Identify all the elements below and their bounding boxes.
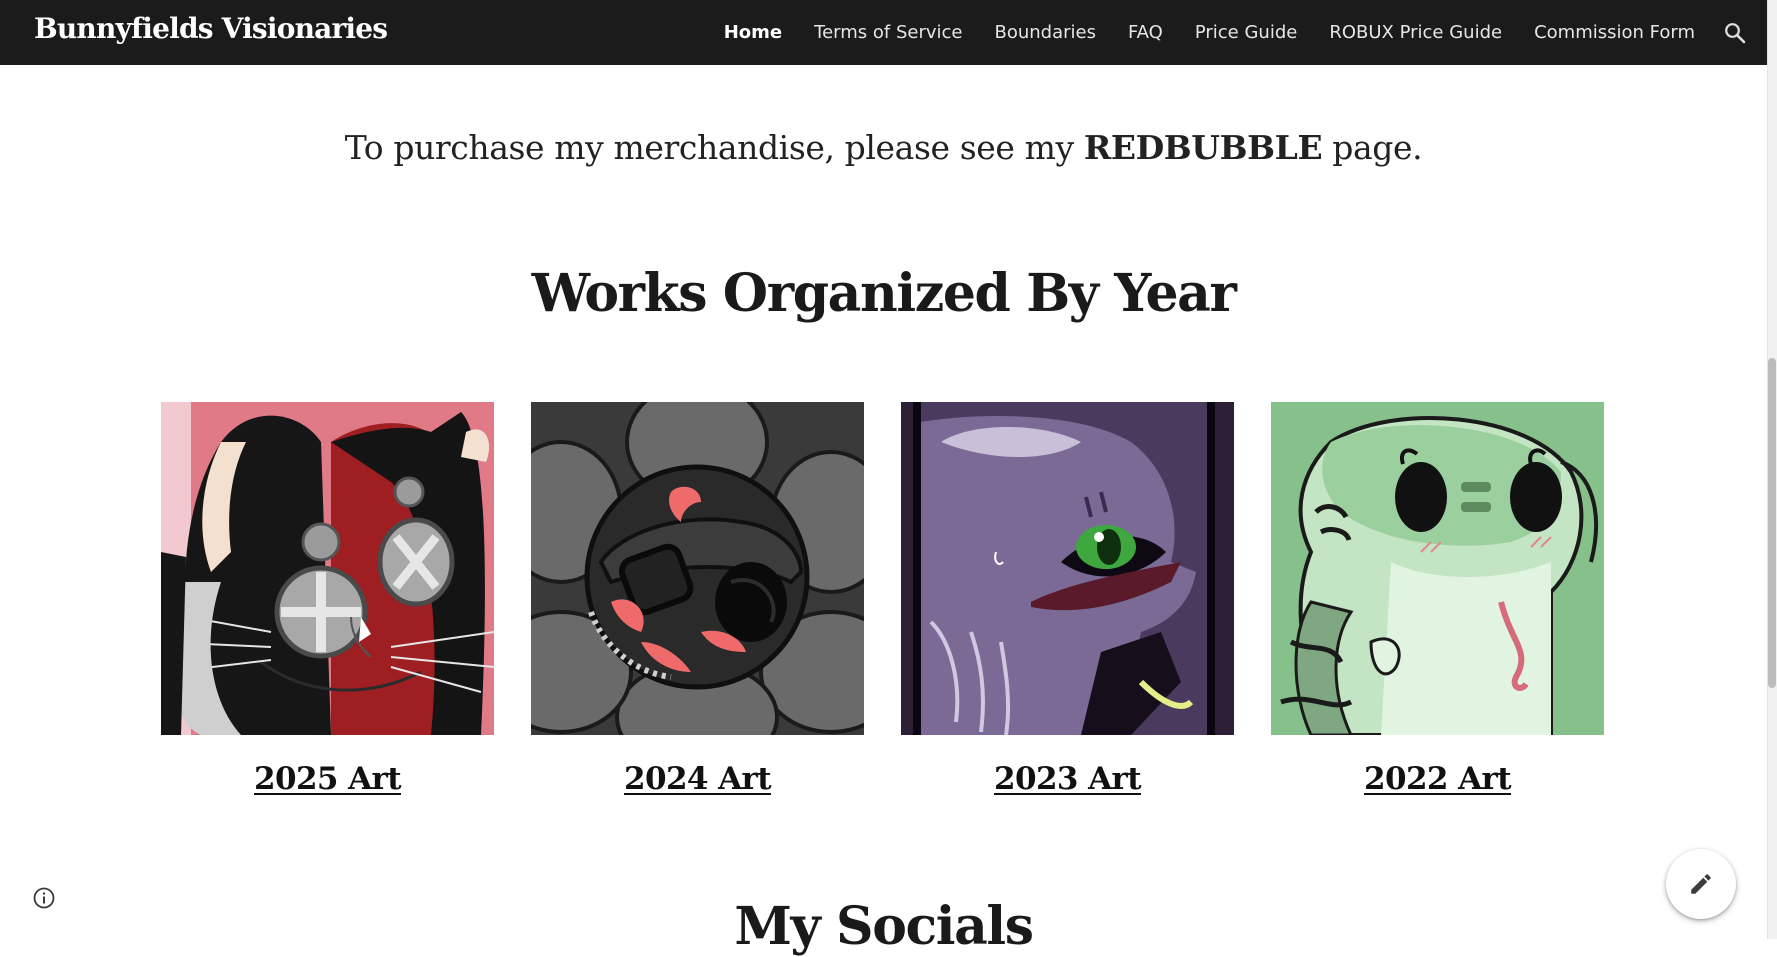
page-scrollbar[interactable] <box>1767 0 1777 939</box>
nav-item-commission-form[interactable]: Commission Form <box>1534 22 1695 43</box>
black-and-red-bunny-artwork <box>161 402 494 735</box>
works-heading: Works Organized By Year <box>531 263 1237 324</box>
nav-item-faq[interactable]: FAQ <box>1128 22 1163 43</box>
nav-item-robux-price-guide[interactable]: ROBUX Price Guide <box>1329 22 1502 43</box>
intro-prefix: To purchase my merchandise, please see m… <box>344 128 1084 167</box>
thumbnail-2025-art[interactable] <box>161 402 494 735</box>
redbubble-link[interactable]: REDBUBBLE <box>1084 128 1323 167</box>
site-title[interactable]: Bunnyfields Visionaries <box>34 12 388 45</box>
work-card-2024: 2024 Art <box>531 402 864 797</box>
work-card-2023: 2023 Art <box>901 402 1234 797</box>
edit-page-button[interactable] <box>1666 849 1736 919</box>
intro-suffix: page. <box>1322 128 1423 167</box>
socials-heading: My Socials <box>734 896 1034 957</box>
thumbnail-2024-art[interactable] <box>531 402 864 735</box>
search-button[interactable] <box>1721 19 1749 47</box>
dark-flower-creature-artwork <box>531 402 864 735</box>
link-2022-art[interactable]: 2022 Art <box>1271 761 1604 797</box>
nav-item-home[interactable]: Home <box>724 22 782 43</box>
work-card-2025: 2025 Art <box>161 402 494 797</box>
work-card-2022: 2022 Art <box>1271 402 1604 797</box>
info-icon <box>33 887 55 909</box>
nav-item-price-guide[interactable]: Price Guide <box>1195 22 1298 43</box>
purple-creature-artwork <box>901 402 1234 735</box>
link-2024-art[interactable]: 2024 Art <box>531 761 864 797</box>
thumbnail-2023-art[interactable] <box>901 402 1234 735</box>
nav-item-boundaries[interactable]: Boundaries <box>994 22 1096 43</box>
site-header: Bunnyfields Visionaries Home Terms of Se… <box>0 0 1767 65</box>
main-nav: Home Terms of Service Boundaries FAQ Pri… <box>692 0 1767 65</box>
merch-intro-text: To purchase my merchandise, please see m… <box>0 128 1767 167</box>
link-2023-art[interactable]: 2023 Art <box>901 761 1234 797</box>
site-info-button[interactable] <box>32 886 56 910</box>
pencil-icon <box>1691 874 1711 894</box>
scrollbar-thumb[interactable] <box>1768 358 1776 688</box>
search-icon <box>1725 22 1746 43</box>
green-snake-artwork <box>1271 402 1604 735</box>
nav-item-terms-of-service[interactable]: Terms of Service <box>814 22 962 43</box>
link-2025-art[interactable]: 2025 Art <box>161 761 494 797</box>
thumbnail-2022-art[interactable] <box>1271 402 1604 735</box>
